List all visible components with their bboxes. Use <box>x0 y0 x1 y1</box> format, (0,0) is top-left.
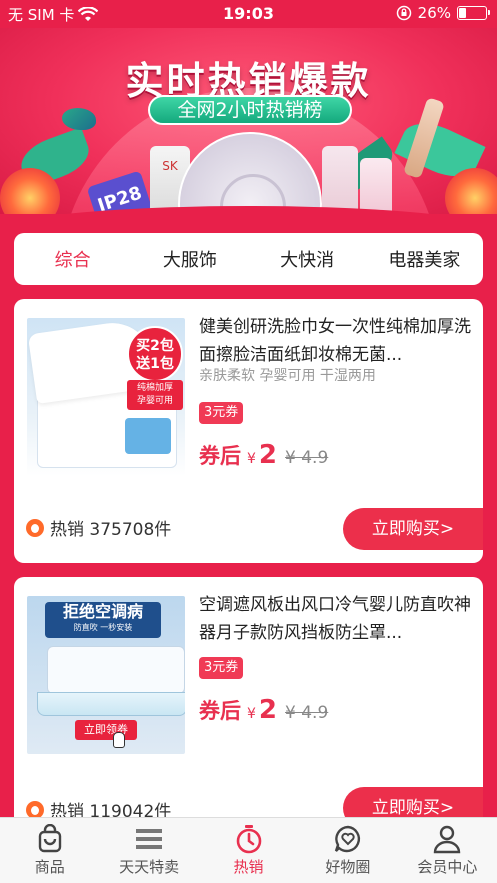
sales-count: 热销 375708件 <box>26 515 171 540</box>
nav-label: 热销 <box>233 858 264 876</box>
orientation-lock-icon <box>396 5 411 21</box>
original-price: ¥ 4.9 <box>285 703 329 723</box>
pointer-hand-icon <box>113 732 125 748</box>
product-bottle-decoration <box>360 158 392 214</box>
user-icon <box>434 825 461 854</box>
currency-symbol: ¥ <box>247 706 256 722</box>
air-conditioner-illustration <box>47 646 185 694</box>
image-headline-banner: 拒绝空调病 防直吹 一秒安装 <box>45 602 161 638</box>
stopwatch-icon <box>236 825 261 854</box>
image-headline: 拒绝空调病 <box>62 602 143 621</box>
tab-apparel[interactable]: 大服饰 <box>131 246 248 272</box>
nav-label: 好物圈 <box>325 858 371 876</box>
feature-note: 纯棉加厚 孕婴可用 <box>127 380 183 410</box>
bottom-nav: 商品 天天特卖 热销 好物圈 会员中心 <box>0 817 497 883</box>
product-title[interactable]: 空调遮风板出风口冷气婴儿防直吹神器月子款防风挡板防尘罩... <box>199 591 473 647</box>
nav-item-daily-sale[interactable]: 天天特卖 <box>99 818 198 883</box>
promo-badge-line2: 送1包 <box>136 356 174 372</box>
coupon-badge: 3元券 <box>199 657 244 679</box>
product-bottle-decoration <box>322 146 358 214</box>
banner-subtitle: 全网2小时热销榜 <box>148 95 352 125</box>
bag-icon <box>38 824 61 853</box>
product-card[interactable]: 拒绝空调病 防直吹 一秒安装 立即领券 空调遮风板出风口冷气婴儿防直吹神器月子款… <box>14 577 483 841</box>
image-coupon-button: 立即领券 <box>75 720 137 740</box>
tab-fmcg[interactable]: 大快消 <box>249 246 366 272</box>
product-image[interactable]: 买2包 送1包 纯棉加厚 孕婴可用 <box>27 318 185 476</box>
price-value: 2 <box>258 695 278 725</box>
image-subline: 防直吹 一秒安装 <box>73 623 133 632</box>
tab-zonghe[interactable]: 综合 <box>14 246 131 272</box>
original-price: ¥ 4.9 <box>285 448 329 468</box>
deflector-illustration <box>37 692 185 716</box>
feature-note-line1: 纯棉加厚 <box>136 383 173 393</box>
product-tags: 亲肤柔软 孕婴可用 干湿两用 <box>199 368 376 384</box>
heart-chat-icon <box>334 825 360 853</box>
tab-appliances[interactable]: 电器美家 <box>366 246 483 272</box>
nav-label: 天天特卖 <box>119 858 180 876</box>
price-after-coupon-label: 券后 <box>199 444 241 468</box>
fire-icon <box>26 518 44 537</box>
package-label-illustration <box>125 418 171 454</box>
nav-item-good-circle[interactable]: 好物圈 <box>298 818 397 883</box>
nav-item-products[interactable]: 商品 <box>0 818 99 883</box>
coupon-badge: 3元券 <box>199 402 244 424</box>
hero-banner[interactable]: 实时热销爆款 全网2小时热销榜 IP28 SK <box>0 28 497 214</box>
nav-item-hot-sale[interactable]: 热销 <box>199 818 298 883</box>
product-title[interactable]: 健美创研洗脸巾女一次性纯棉加厚洗面擦脸洁面纸卸妆棉无菌... <box>199 313 473 369</box>
product-card[interactable]: 买2包 送1包 纯棉加厚 孕婴可用 健美创研洗脸巾女一次性纯棉加厚洗面擦脸洁面纸… <box>14 299 483 563</box>
nav-item-member-center[interactable]: 会员中心 <box>398 818 497 883</box>
status-right: 26% <box>396 4 490 22</box>
product-image[interactable]: 拒绝空调病 防直吹 一秒安装 立即领券 <box>27 596 185 754</box>
price-after-coupon-label: 券后 <box>199 699 241 723</box>
battery-fill <box>459 8 466 18</box>
category-tabs: 综合 大服饰 大快消 电器美家 <box>14 233 483 285</box>
price-row: 券后 ¥ 2 ¥ 4.9 <box>199 695 328 725</box>
price-row: 券后 ¥ 2 ¥ 4.9 <box>199 440 328 470</box>
feature-note-line2: 孕婴可用 <box>136 396 173 406</box>
list-icon <box>136 829 163 849</box>
promo-badge-line1: 买2包 <box>136 338 174 354</box>
buy-now-button[interactable]: 立即购买> <box>343 508 483 550</box>
status-bar: 无 SIM 卡 19:03 26% <box>0 0 497 28</box>
nav-label: 商品 <box>34 858 65 876</box>
fire-icon <box>26 800 44 819</box>
battery-icon <box>457 6 490 20</box>
currency-symbol: ¥ <box>247 451 256 467</box>
hummingbird-decoration <box>62 108 96 130</box>
promo-badge: 买2包 送1包 <box>127 326 183 382</box>
price-value: 2 <box>258 440 278 470</box>
battery-percent: 26% <box>417 4 451 22</box>
nav-label: 会员中心 <box>417 858 478 876</box>
sales-text: 热销 375708件 <box>50 520 172 540</box>
